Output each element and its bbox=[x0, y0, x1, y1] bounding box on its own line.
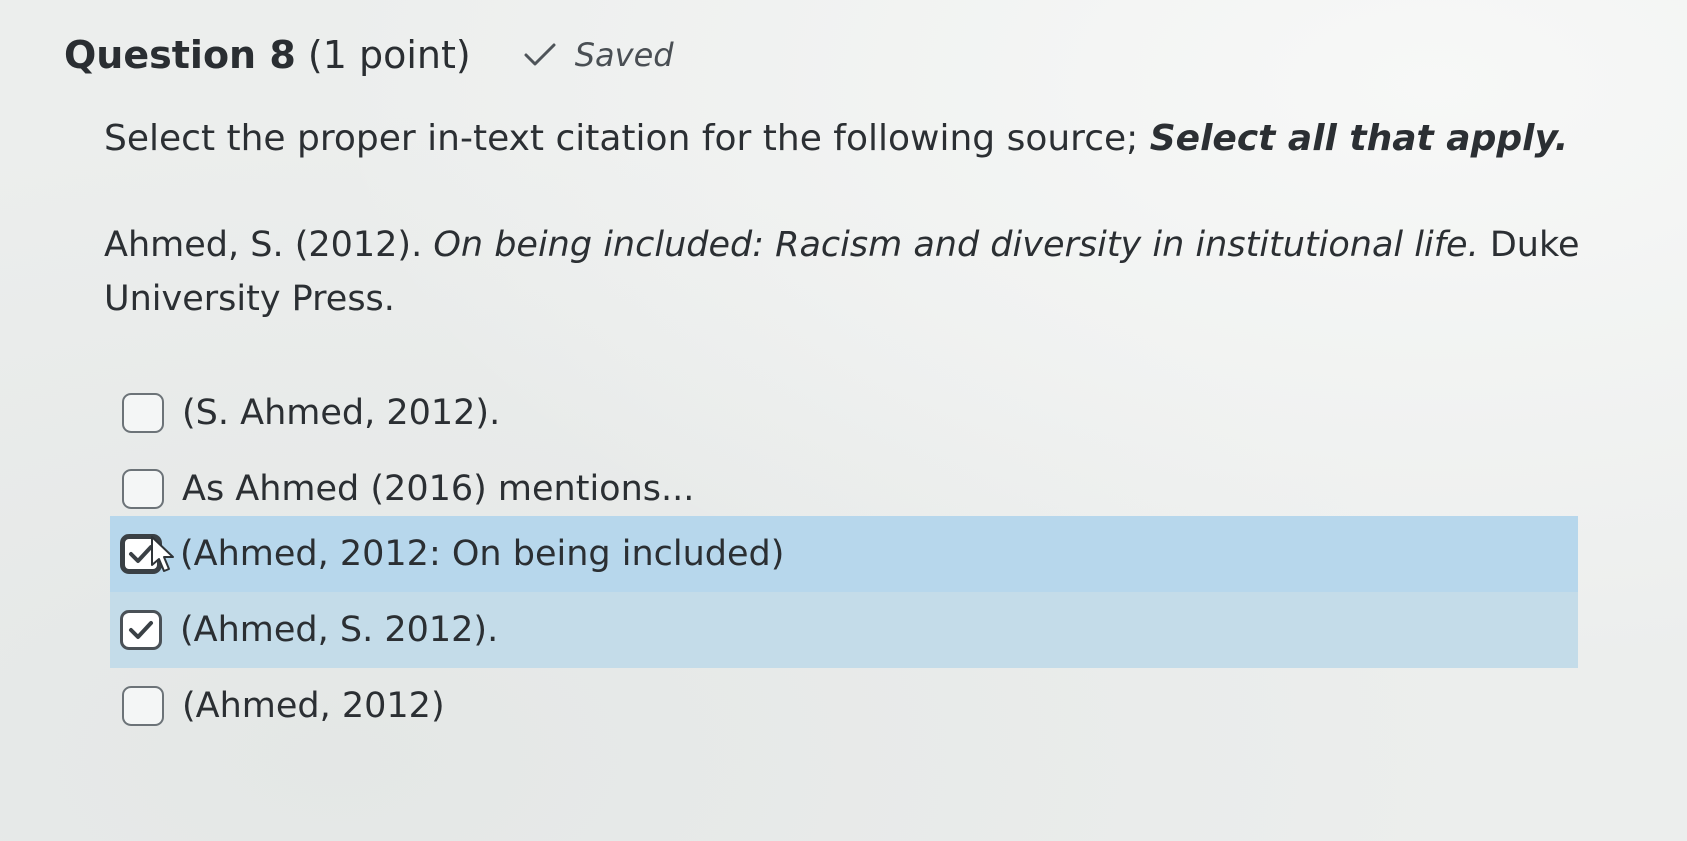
option-label[interactable]: As Ahmed (2016) mentions... bbox=[182, 469, 694, 509]
save-status-text: Saved bbox=[574, 36, 674, 74]
option-checkbox-checked[interactable] bbox=[120, 610, 162, 650]
quiz-page: Question 8 (1 point) Saved Select the pr… bbox=[0, 0, 1687, 841]
option-checkbox[interactable] bbox=[122, 686, 164, 726]
question-header: Question 8 (1 point) Saved bbox=[64, 30, 674, 80]
option-label[interactable]: (Ahmed, 2012) bbox=[182, 686, 445, 726]
option-checkbox[interactable] bbox=[122, 469, 164, 509]
reference-authors-year: Ahmed, S. (2012). bbox=[104, 225, 423, 265]
option-label[interactable]: (S. Ahmed, 2012). bbox=[182, 393, 500, 433]
mouse-pointer-icon bbox=[151, 536, 174, 572]
option-checkbox[interactable] bbox=[122, 393, 164, 433]
option-row-selected[interactable]: (Ahmed, 2012: On being included) bbox=[110, 516, 1578, 592]
checkmark-icon bbox=[129, 621, 153, 639]
option-row[interactable]: (S. Ahmed, 2012). bbox=[112, 375, 1582, 451]
question-number: Question 8 bbox=[64, 33, 296, 77]
option-row-selected[interactable]: (Ahmed, S. 2012). bbox=[110, 592, 1578, 668]
option-label[interactable]: (Ahmed, 2012: On being included) bbox=[180, 534, 784, 574]
prompt-text: Select the proper in-text citation for t… bbox=[104, 118, 1139, 159]
source-reference: Ahmed, S. (2012). On being included: Rac… bbox=[104, 218, 1584, 326]
question-points: (1 point) bbox=[307, 33, 471, 77]
option-row[interactable]: (Ahmed, 2012) bbox=[112, 668, 1582, 744]
save-status: Saved bbox=[523, 36, 674, 74]
checkmark-icon bbox=[524, 43, 556, 66]
question-title: Question 8 (1 point) bbox=[64, 33, 471, 77]
question-prompt: Select the proper in-text citation for t… bbox=[104, 118, 1568, 159]
option-label[interactable]: (Ahmed, S. 2012). bbox=[180, 610, 498, 650]
reference-title: On being included: Racism and diversity … bbox=[433, 225, 1479, 265]
prompt-emphasis: Select all that apply. bbox=[1149, 118, 1569, 159]
